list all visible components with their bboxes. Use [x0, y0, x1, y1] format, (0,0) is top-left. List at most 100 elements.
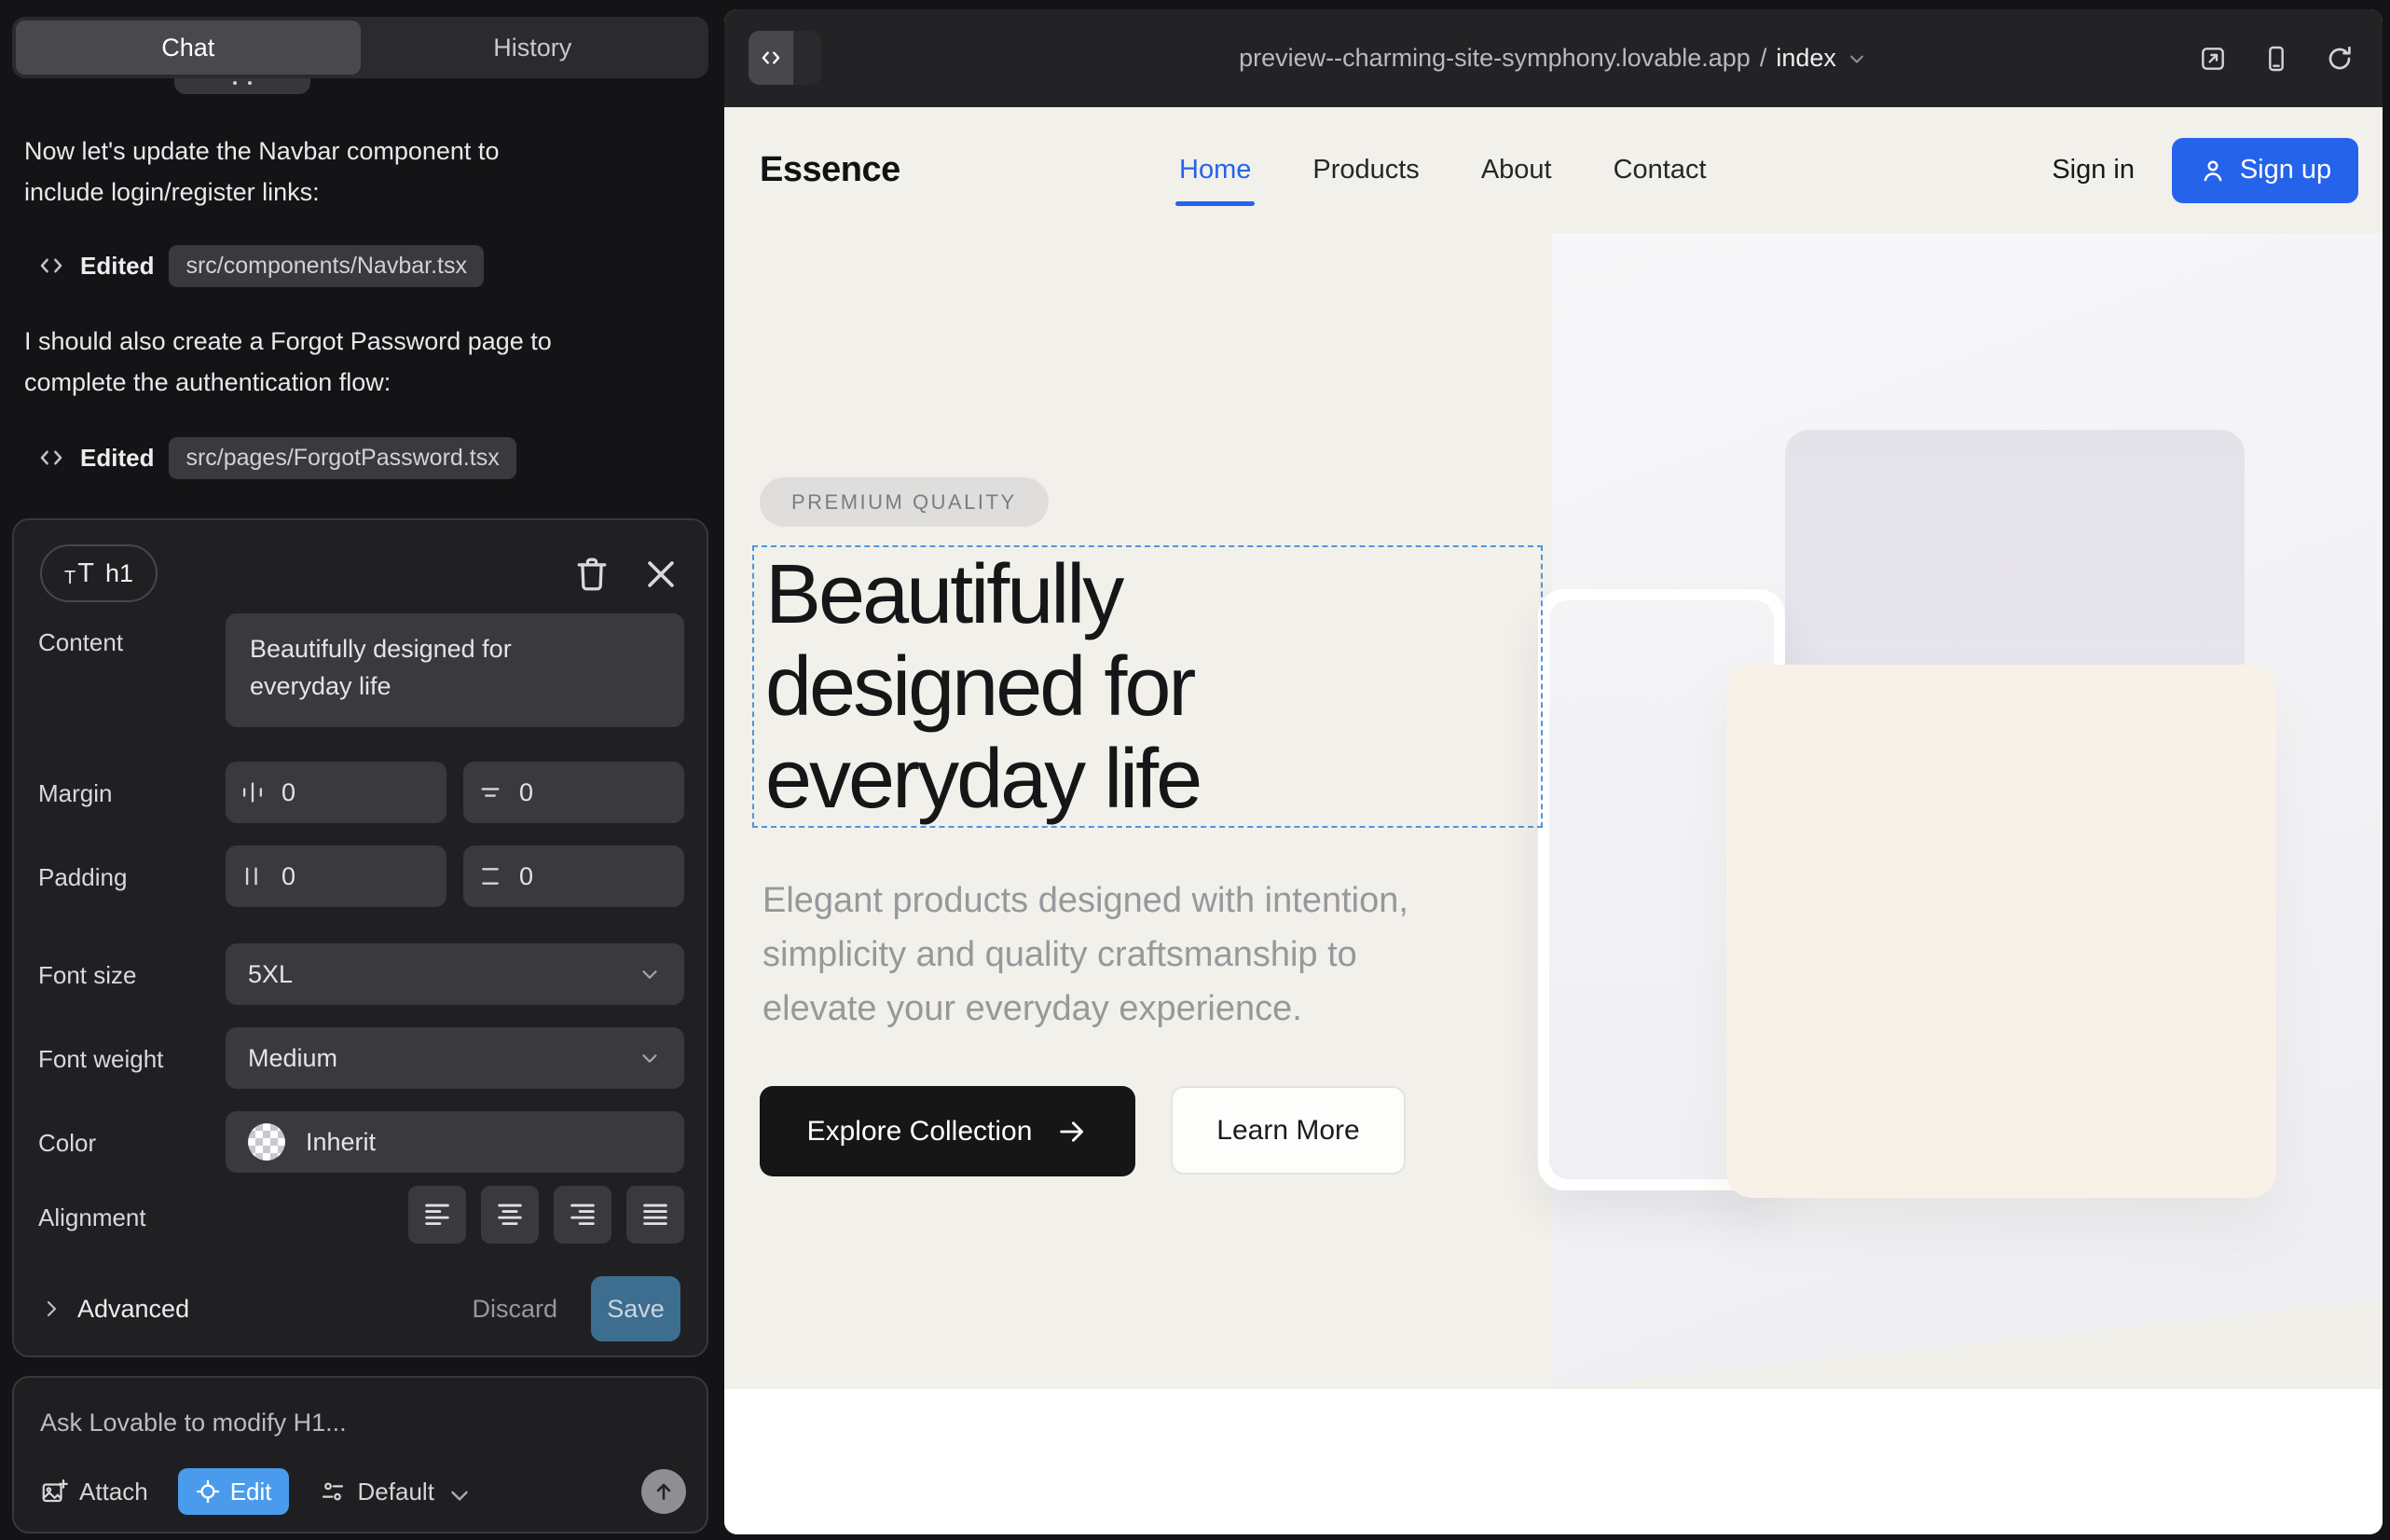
- margin-horizontal-icon: [240, 780, 265, 804]
- attach-image-icon: [40, 1478, 68, 1506]
- element-editor-panel: TT h1 Content Beautifully designed for e…: [12, 518, 708, 1357]
- delete-element-button[interactable]: [571, 554, 612, 595]
- chevron-down-icon: [638, 1046, 662, 1070]
- align-left-icon: [421, 1199, 453, 1231]
- open-in-new-tab-button[interactable]: [2198, 44, 2228, 74]
- url-display: preview--charming-site-symphony.lovable.…: [724, 9, 2383, 107]
- color-select[interactable]: Inherit: [226, 1111, 684, 1173]
- nav-link-home[interactable]: Home: [1179, 155, 1251, 186]
- margin-label: Margin: [38, 779, 112, 808]
- sign-in-button[interactable]: Sign in: [2052, 155, 2135, 186]
- padding-x-input[interactable]: 0: [226, 846, 446, 907]
- arrow-up-icon: [652, 1479, 676, 1504]
- refresh-icon: [2325, 44, 2355, 74]
- attach-button[interactable]: Attach: [40, 1478, 148, 1506]
- hero-heading-line: designed for: [765, 641, 1200, 734]
- align-center-icon: [494, 1199, 526, 1231]
- align-justify-icon: [639, 1199, 671, 1231]
- font-weight-label: Font weight: [38, 1045, 163, 1074]
- margin-x-value: 0: [282, 778, 295, 807]
- code-icon: [37, 252, 65, 280]
- assistant-message: Now let's update the Navbar component to…: [24, 131, 686, 213]
- content-value-line: everyday life: [250, 667, 660, 705]
- scrolled-chip-fragment: [174, 78, 310, 94]
- chevron-down-icon: [638, 962, 662, 986]
- code-icon: [749, 31, 793, 85]
- margin-x-input[interactable]: 0: [226, 762, 446, 823]
- content-input[interactable]: Beautifully designed for everyday life: [226, 613, 684, 727]
- site-navbar: Essence Home Products About Contact Sign…: [724, 107, 2383, 233]
- explore-collection-button[interactable]: Explore Collection: [760, 1086, 1135, 1176]
- save-button[interactable]: Save: [591, 1276, 680, 1341]
- url-page-selector[interactable]: index: [1776, 44, 1836, 73]
- advanced-toggle[interactable]: Advanced: [40, 1295, 189, 1324]
- hero-heading-line: Beautifully: [765, 549, 1200, 641]
- mode-label: Default: [358, 1478, 434, 1506]
- file-chip[interactable]: src/components/Navbar.tsx: [169, 245, 484, 287]
- padding-x-value: 0: [282, 862, 295, 891]
- message-line: Now let's update the Navbar component to: [24, 131, 686, 172]
- user-icon: [2199, 157, 2227, 185]
- chat-composer: Attach Edit Default: [12, 1376, 708, 1533]
- align-left-button[interactable]: [408, 1186, 466, 1244]
- font-size-select[interactable]: 5XL: [226, 943, 684, 1005]
- align-right-button[interactable]: [554, 1186, 611, 1244]
- sign-up-label: Sign up: [2240, 155, 2331, 186]
- edited-label: Edited: [80, 252, 154, 281]
- composer-input[interactable]: [40, 1402, 637, 1443]
- section-below-hero: [724, 1389, 2383, 1534]
- attach-label: Attach: [79, 1478, 148, 1506]
- site-logo[interactable]: Essence: [760, 150, 900, 190]
- hero-paragraph-line: elevate your everyday experience.: [762, 982, 1408, 1036]
- align-center-button[interactable]: [481, 1186, 539, 1244]
- mobile-phone-icon: [2261, 44, 2291, 74]
- padding-vertical-icon: [478, 864, 502, 888]
- transparent-color-swatch: [248, 1123, 285, 1161]
- padding-horizontal-icon: [240, 864, 265, 888]
- margin-y-input[interactable]: 0: [463, 762, 684, 823]
- assistant-message: I should also create a Forgot Password p…: [24, 321, 686, 403]
- edited-file-row: Edited src/components/Navbar.tsx: [37, 244, 484, 287]
- learn-more-button[interactable]: Learn More: [1171, 1086, 1406, 1175]
- explore-collection-label: Explore Collection: [807, 1116, 1033, 1148]
- sliders-icon: [319, 1478, 347, 1506]
- edit-mode-button[interactable]: Edit: [178, 1468, 289, 1515]
- nav-link-contact[interactable]: Contact: [1614, 155, 1707, 186]
- typography-icon: TT: [64, 560, 94, 587]
- element-tag-name: h1: [105, 559, 133, 588]
- nav-link-about[interactable]: About: [1481, 155, 1552, 186]
- code-icon: [37, 444, 65, 472]
- send-button[interactable]: [641, 1469, 686, 1514]
- url-separator: /: [1760, 44, 1767, 73]
- site-viewport: Essence Home Products About Contact Sign…: [724, 107, 2383, 1534]
- mobile-view-button[interactable]: [2261, 44, 2291, 74]
- chevron-down-icon[interactable]: [1846, 48, 1868, 70]
- tab-history[interactable]: History: [361, 21, 706, 75]
- content-value-line: Beautifully designed for: [250, 630, 660, 667]
- edited-file-row: Edited src/pages/ForgotPassword.tsx: [37, 436, 516, 479]
- advanced-label: Advanced: [77, 1295, 189, 1324]
- alignment-button-group: [408, 1186, 684, 1244]
- refresh-button[interactable]: [2325, 44, 2355, 74]
- nav-link-products[interactable]: Products: [1312, 155, 1419, 186]
- close-panel-button[interactable]: [640, 554, 681, 595]
- close-icon: [640, 554, 681, 595]
- hero-cta-row: Explore Collection Learn More: [760, 1086, 1406, 1176]
- nav-auth-actions: Sign in Sign up: [2052, 138, 2358, 203]
- lovable-workspace: Chat History Now let's update the Navbar…: [0, 0, 2390, 1540]
- hero-badge: PREMIUM QUALITY: [760, 477, 1049, 527]
- font-weight-select[interactable]: Medium: [226, 1027, 684, 1089]
- model-mode-button[interactable]: Default: [319, 1478, 466, 1506]
- discard-button[interactable]: Discard: [472, 1295, 557, 1324]
- message-line: complete the authentication flow:: [24, 362, 686, 403]
- file-chip[interactable]: src/pages/ForgotPassword.tsx: [169, 437, 515, 479]
- sign-up-button[interactable]: Sign up: [2172, 138, 2358, 203]
- hero-heading[interactable]: Beautifully designed for everyday life: [765, 549, 1200, 826]
- code-view-toggle[interactable]: [749, 31, 821, 85]
- trash-icon: [571, 554, 612, 595]
- tab-chat[interactable]: Chat: [16, 21, 361, 75]
- align-justify-button[interactable]: [626, 1186, 684, 1244]
- hero-paragraph-line: simplicity and quality craftsmanship to: [762, 928, 1408, 982]
- font-weight-value: Medium: [248, 1044, 337, 1073]
- padding-y-input[interactable]: 0: [463, 846, 684, 907]
